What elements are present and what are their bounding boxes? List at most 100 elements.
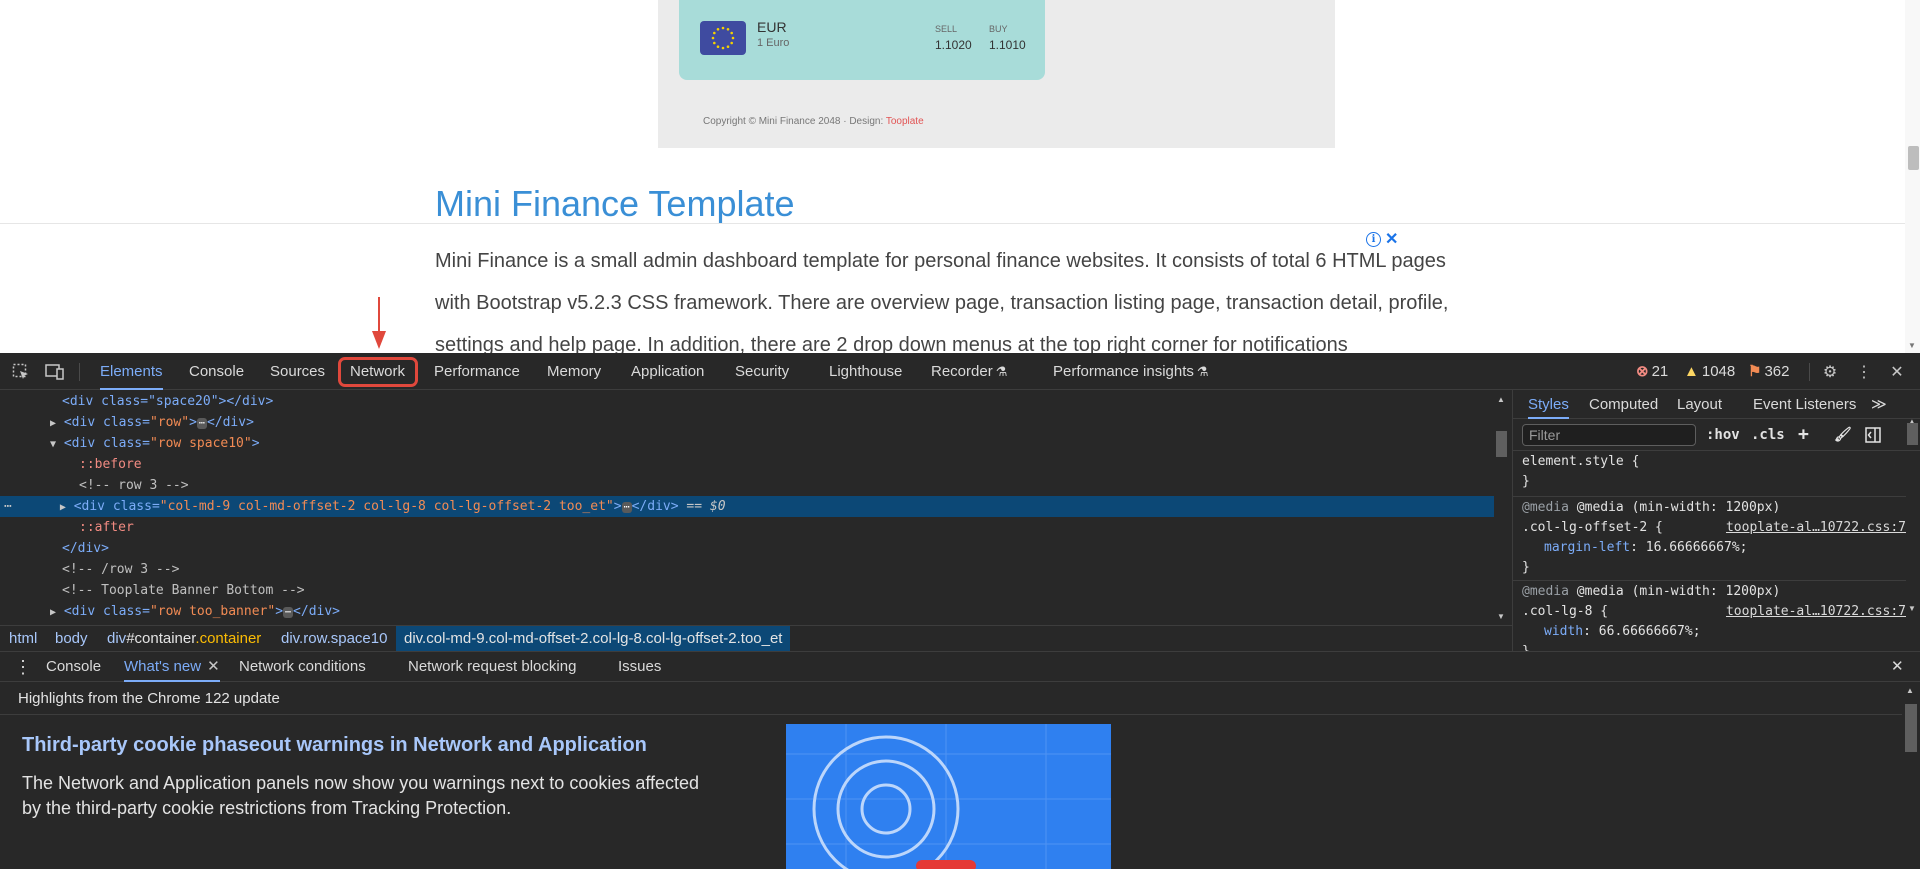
drawer-menu-icon[interactable]: ⋮ bbox=[14, 652, 32, 682]
dom-tree-scrollbar[interactable]: ▲ ▼ bbox=[1494, 391, 1509, 625]
tab-layout[interactable]: Layout bbox=[1677, 390, 1722, 419]
currency-name: 1 Euro bbox=[757, 37, 790, 49]
tab-performance[interactable]: Performance bbox=[434, 353, 520, 390]
styles-filter-row: :hov .cls + 🖌 bbox=[1513, 419, 1920, 451]
drawer-tabbar: ⋮ Console What's new ✕ Network conditions… bbox=[0, 651, 1920, 682]
settings-gear-icon[interactable]: ⚙ bbox=[1820, 362, 1840, 382]
dom-node[interactable]: ▶ <div class="row too_banner"> ⋯ </div> bbox=[0, 601, 1494, 622]
tab-memory[interactable]: Memory bbox=[547, 353, 601, 390]
warnings-badge[interactable]: ▲ 1048 bbox=[1684, 353, 1735, 390]
device-toolbar-icon[interactable] bbox=[45, 362, 65, 382]
rule-selector[interactable]: .col-lg-8 {tooplate-al…10722.css:7 bbox=[1522, 602, 1906, 622]
warning-icon: ▲ bbox=[1684, 363, 1699, 380]
drawer-tab-network-request-blocking[interactable]: Network request blocking bbox=[408, 652, 576, 682]
close-drawer-icon[interactable]: ✕ bbox=[1891, 652, 1904, 682]
tab-styles[interactable]: Styles bbox=[1528, 390, 1569, 419]
hover-state-button[interactable]: :hov bbox=[1706, 424, 1740, 446]
dom-node[interactable]: <div class="space20"></div> bbox=[0, 391, 1494, 412]
rule-declaration[interactable]: width: 66.66666667%; bbox=[1522, 622, 1906, 642]
whats-new-highlights: Highlights from the Chrome 122 update bbox=[0, 682, 1902, 715]
breadcrumb-selected[interactable]: div.col-md-9.col-md-offset-2.col-lg-8.co… bbox=[396, 626, 791, 651]
close-tab-icon[interactable]: ✕ bbox=[207, 658, 220, 675]
ellipsis-badge: ⋯ bbox=[196, 418, 207, 429]
preview-tooplate-link: Tooplate bbox=[885, 116, 924, 127]
inspect-element-icon[interactable] bbox=[11, 362, 31, 382]
css-rules: element.style { } @media @media (min-wid… bbox=[1513, 452, 1906, 652]
styles-scrollbar[interactable]: ▲ ▼ bbox=[1905, 415, 1920, 615]
tab-elements[interactable]: Elements bbox=[100, 353, 163, 390]
tab-performance-insights[interactable]: Performance insights ⚗ bbox=[1053, 353, 1209, 390]
annotation-highlight-box bbox=[338, 357, 418, 387]
more-options-icon[interactable]: ⋮ bbox=[1854, 362, 1874, 382]
rule-close-brace: } bbox=[1522, 474, 1530, 489]
element-style-rule[interactable]: element.style { bbox=[1522, 452, 1906, 472]
new-rule-icon[interactable]: + bbox=[1798, 424, 1809, 446]
paint-brush-icon[interactable]: 🖌 bbox=[1834, 424, 1852, 446]
rule-source-link[interactable]: tooplate-al…10722.css:7 bbox=[1726, 602, 1906, 622]
page-scrollbar[interactable]: ▼ bbox=[1905, 0, 1920, 353]
breadcrumb-html[interactable]: html bbox=[5, 626, 41, 651]
drawer-tab-network-conditions[interactable]: Network conditions bbox=[239, 652, 366, 682]
errors-badge[interactable]: ⊗ 21 bbox=[1636, 353, 1668, 390]
breadcrumb-row[interactable]: div.row.space10 bbox=[277, 626, 391, 651]
media-query: @media @media (min-width: 1200px) bbox=[1522, 584, 1781, 599]
sell-label: SELL bbox=[935, 24, 958, 34]
eu-flag-icon bbox=[700, 21, 746, 55]
tab-computed[interactable]: Computed bbox=[1589, 390, 1658, 419]
styles-filter-input[interactable] bbox=[1522, 424, 1696, 446]
divider bbox=[0, 223, 1905, 224]
tab-security[interactable]: Security bbox=[735, 353, 789, 390]
buy-value: 1.1010 bbox=[989, 38, 1026, 52]
page-scrollbar-thumb[interactable] bbox=[1908, 146, 1919, 170]
experiment-flask-icon: ⚗ bbox=[995, 364, 1008, 379]
tab-recorder[interactable]: Recorder ⚗ bbox=[931, 353, 1007, 390]
preview-copyright: Copyright © Mini Finance 2048 · Design: … bbox=[703, 116, 924, 127]
breadcrumb-container[interactable]: div#container.container bbox=[103, 626, 265, 651]
rule-source-link[interactable]: tooplate-al…10722.css:7 bbox=[1726, 518, 1906, 538]
dom-node[interactable]: ::before bbox=[0, 454, 1494, 475]
breadcrumb-body[interactable]: body bbox=[51, 626, 92, 651]
tab-lighthouse[interactable]: Lighthouse bbox=[829, 353, 902, 390]
rule-selector[interactable]: .col-lg-offset-2 {tooplate-al…10722.css:… bbox=[1522, 518, 1906, 538]
tab-application[interactable]: Application bbox=[631, 353, 704, 390]
more-tabs-icon[interactable]: ≫ bbox=[1871, 390, 1887, 419]
tab-event-listeners[interactable]: Event Listeners bbox=[1753, 390, 1856, 419]
tabbar-separator bbox=[1809, 363, 1810, 381]
dom-node[interactable]: ::after bbox=[0, 517, 1494, 538]
issues-flag-icon: ⚑ bbox=[1748, 363, 1762, 380]
dom-node[interactable]: ▼ <div class="row space10"> bbox=[0, 433, 1494, 454]
expand-triangle-icon: ▶ bbox=[59, 502, 66, 513]
dom-node[interactable]: <!-- Tooplate Banner Bottom --> bbox=[0, 580, 1494, 601]
page-title[interactable]: Mini Finance Template bbox=[435, 183, 795, 225]
dom-node-selected[interactable]: ⋯ ▶ <div class="col-md-9 col-md-offset-2 … bbox=[0, 496, 1494, 517]
drawer-scrollbar-thumb[interactable] bbox=[1905, 704, 1917, 752]
drawer-scrollbar[interactable]: ▲ bbox=[1902, 682, 1920, 869]
rule-divider bbox=[1513, 496, 1906, 497]
toggle-sidebar-icon[interactable] bbox=[1865, 424, 1881, 446]
close-devtools-icon[interactable]: ✕ bbox=[1887, 362, 1907, 382]
scroll-down-arrow-icon[interactable]: ▼ bbox=[1908, 341, 1916, 350]
article-title[interactable]: Third-party cookie phaseout warnings in … bbox=[22, 734, 647, 757]
drawer-tab-issues[interactable]: Issues bbox=[618, 652, 661, 682]
class-toggle-button[interactable]: .cls bbox=[1751, 424, 1785, 446]
dom-node[interactable]: ▶ <div class="row"> ⋯ </div> bbox=[0, 412, 1494, 433]
devtools-tabbar: Elements Console Sources Network Perform… bbox=[0, 353, 1920, 390]
drawer-tab-console[interactable]: Console bbox=[46, 652, 101, 682]
issues-badge[interactable]: ⚑ 362 bbox=[1748, 353, 1789, 390]
dom-tree-scrollbar-thumb[interactable] bbox=[1496, 431, 1507, 457]
scroll-up-arrow-icon: ▲ bbox=[1906, 686, 1914, 695]
tab-console[interactable]: Console bbox=[189, 353, 244, 390]
tabbar-separator bbox=[79, 363, 80, 381]
template-preview-image[interactable]: EUR 1 Euro SELL BUY 1.1020 1.1010 Copyri… bbox=[658, 0, 1335, 148]
article-body: The Network and Application panels now s… bbox=[22, 773, 700, 818]
rule-declaration[interactable]: margin-left: 16.66666667%; bbox=[1522, 538, 1906, 558]
drawer-tab-whats-new[interactable]: What's new ✕ bbox=[124, 652, 220, 682]
dom-tree[interactable]: <div class="space20"></div> ▶ <div class… bbox=[0, 391, 1494, 625]
breadcrumb: html body div#container.container div.ro… bbox=[0, 625, 1512, 651]
styles-scrollbar-thumb[interactable] bbox=[1907, 423, 1918, 445]
styles-pane: Styles Computed Layout Event Listeners ≫… bbox=[1512, 390, 1920, 652]
dom-node[interactable]: <!-- /row 3 --> bbox=[0, 559, 1494, 580]
tab-sources[interactable]: Sources bbox=[270, 353, 325, 390]
dom-node[interactable]: </div> bbox=[0, 538, 1494, 559]
dom-node[interactable]: <!-- row 3 --> bbox=[0, 475, 1494, 496]
